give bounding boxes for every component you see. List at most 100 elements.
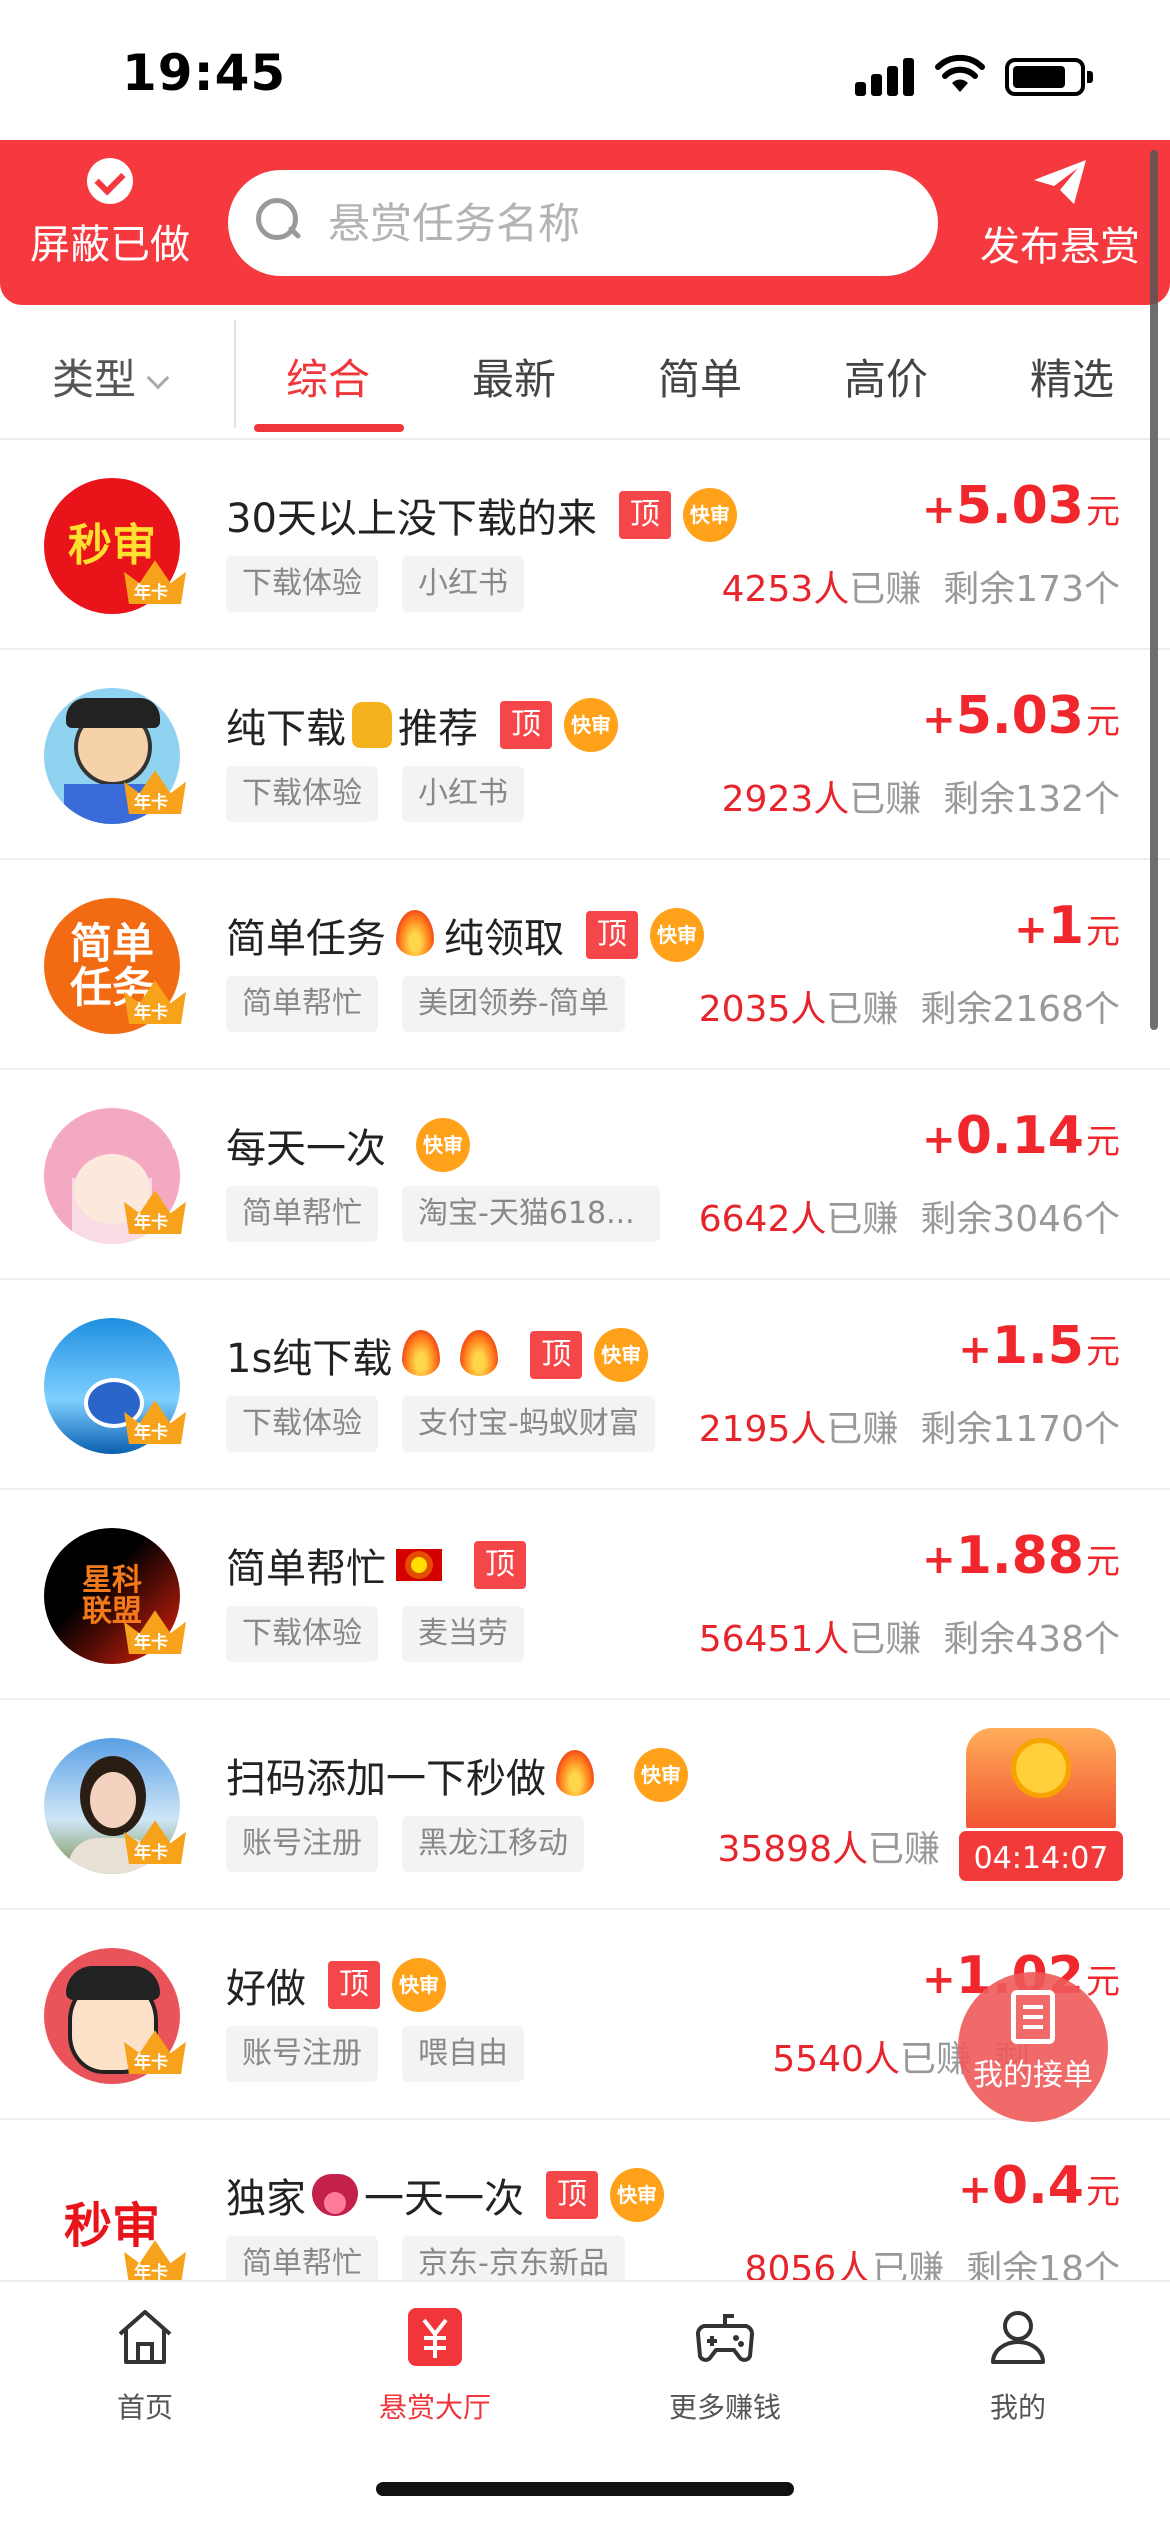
annual-card-crown-icon: 年卡 [124,768,186,814]
type-filter-label: 类型 [52,355,137,404]
top-badge: 顶 [530,1331,583,1379]
task-reward: +0.4元 [958,2156,1120,2216]
my-orders-label: 我的接单 [973,2058,1093,2093]
tab-bar-mine[interactable]: 我的 [918,2306,1118,2426]
task-title: 简单帮忙 顶 [226,1536,526,1594]
flag-icon [396,1549,442,1581]
search-bar[interactable] [228,170,938,276]
task-reward: +5.03元 [922,476,1120,536]
task-tag: 黑龙江移动 [402,1816,584,1872]
thumbs-up-icon [352,702,392,748]
task-title: 好做 顶 快审 [226,1956,446,2014]
tab-high-price[interactable]: 高价 [844,346,928,407]
red-packet-widget[interactable]: 04:14:07 [956,1728,1126,1886]
task-reward: +0.14元 [922,1106,1120,1166]
task-item[interactable]: 星科联盟 年卡 简单帮忙 顶 下载体验 麦当劳 +1.88元 56451人已赚剩… [0,1490,1170,1700]
task-tag: 简单帮忙 [226,1186,378,1242]
task-item[interactable]: 年卡 纯下载 推荐 顶 快审 下载体验 小红书 +5.03元 2923人已赚 剩余1… [0,650,1170,860]
task-title: 30天以上没下载的来 顶 快审 [226,486,737,544]
header-bar: 屏蔽已做 发布悬赏 [0,140,1170,305]
fire-icon [402,1330,441,1376]
task-reward: +1元 [1014,896,1120,956]
top-badge: 顶 [546,2171,598,2219]
tab-simple[interactable]: 简单 [658,346,742,407]
wifi-icon [935,54,985,92]
search-icon [256,198,302,244]
document-check-icon [1011,1990,1055,2044]
active-tab-indicator [254,424,404,432]
annual-card-crown-icon: 年卡 [124,1608,186,1654]
task-title: 独家 一天一次 顶 快审 [226,2166,664,2224]
fast-review-badge: 快审 [682,488,737,542]
publish-reward-button[interactable]: 发布悬赏 [960,158,1160,272]
task-tag: 麦当劳 [402,1606,524,1662]
tab-bar-home[interactable]: 首页 [45,2306,245,2426]
status-bar: 19:45 [0,0,1170,140]
annual-card-crown-icon: 年卡 [124,978,186,1024]
task-item[interactable]: 简单任务 年卡 简单任务 纯领取 顶 快审 简单帮忙 美团领券-简单 +1元 20… [0,860,1170,1070]
home-indicator [376,2482,794,2496]
coin-icon [1011,1738,1071,1798]
my-orders-button[interactable]: 我的接单 [958,1972,1108,2122]
task-title: 每天一次 快审 [226,1116,470,1174]
devil-tongue-icon [312,2174,358,2216]
cellular-signal-icon [855,56,915,96]
category-tabs: 类型 综合 最新 简单 高价 精选 [0,320,1170,440]
task-item[interactable]: 秒审 年卡 30天以上没下载的来 顶 快审 下载体验 小红书 +5.03元 42… [0,440,1170,650]
tab-featured[interactable]: 精选 [1030,346,1114,407]
task-stats: 2923人已赚 剩余132个 [721,779,1120,820]
battery-icon [1005,58,1093,96]
tab-latest[interactable]: 最新 [472,346,556,407]
top-badge: 顶 [586,911,638,959]
publish-reward-label: 发布悬赏 [980,224,1140,270]
fast-review-badge: 快审 [610,2168,664,2222]
fast-review-badge: 快审 [416,1118,470,1172]
hide-done-label: 屏蔽已做 [30,222,190,268]
top-badge: 顶 [474,1541,526,1589]
task-title: 纯下载 推荐 顶 快审 [226,696,618,754]
task-reward: +5.03元 [922,686,1120,746]
tab-bar-reward-hall-label: 悬赏大厅 [378,2391,491,2424]
tab-comprehensive[interactable]: 综合 [286,346,370,407]
tab-bar-more-earn[interactable]: 更多赚钱 [625,2306,825,2426]
fire-icon [460,1330,499,1376]
fast-review-badge: 快审 [564,698,618,752]
tab-bar-mine-label: 我的 [989,2391,1046,2424]
task-reward: +1.88元 [922,1526,1120,1586]
annual-card-crown-icon: 年卡 [124,1398,186,1444]
task-item[interactable]: 年卡 每天一次 快审 简单帮忙 淘宝-天猫618... +0.14元 6642人… [0,1070,1170,1280]
annual-card-crown-icon: 年卡 [124,558,186,604]
status-time: 19:45 [122,44,287,102]
search-input[interactable] [328,190,908,256]
hide-done-button[interactable]: 屏蔽已做 [20,158,200,270]
task-item[interactable]: 年卡 1s纯下载 顶 快审 下载体验 支付宝-蚂蚁财富 +1.5元 2195人已… [0,1280,1170,1490]
task-tag: 喂自由 [402,2026,524,2082]
annual-card-crown-icon: 年卡 [124,1818,186,1864]
chevron-down-icon [146,366,170,390]
task-item[interactable]: 秒审 年卡 独家 一天一次 顶 快审 简单帮忙 京东-京东新品 +0.4元 805… [0,2120,1170,2280]
yuan-icon [408,2308,462,2366]
user-icon [991,2311,1045,2364]
fast-review-badge: 快审 [634,1748,688,1802]
task-tag: 下载体验 [226,1606,378,1662]
task-stats: 35898人已赚 [717,1829,940,1870]
home-icon [118,2310,172,2364]
task-tag: 下载体验 [226,1396,378,1452]
task-tag: 京东-京东新品 [402,2236,625,2280]
divider [234,320,236,428]
task-tag: 小红书 [402,556,524,612]
annual-card-crown-icon: 年卡 [124,1188,186,1234]
task-tag: 简单帮忙 [226,976,378,1032]
task-tag: 小红书 [402,766,524,822]
paper-plane-icon [1034,160,1086,204]
task-tag: 下载体验 [226,766,378,822]
tab-bar-more-earn-label: 更多赚钱 [668,2391,781,2424]
task-title: 扫码添加一下秒做 快审 [226,1746,688,1804]
annual-card-crown-icon: 年卡 [124,2238,186,2280]
type-filter-dropdown[interactable]: 类型 [52,346,170,407]
gamepad-icon [696,2314,754,2362]
task-tag: 账号注册 [226,2026,378,2082]
scrollbar[interactable] [1150,150,1158,1030]
task-tag: 美团领券-简单 [402,976,625,1032]
tab-bar-reward-hall[interactable]: 悬赏大厅 [335,2306,535,2426]
